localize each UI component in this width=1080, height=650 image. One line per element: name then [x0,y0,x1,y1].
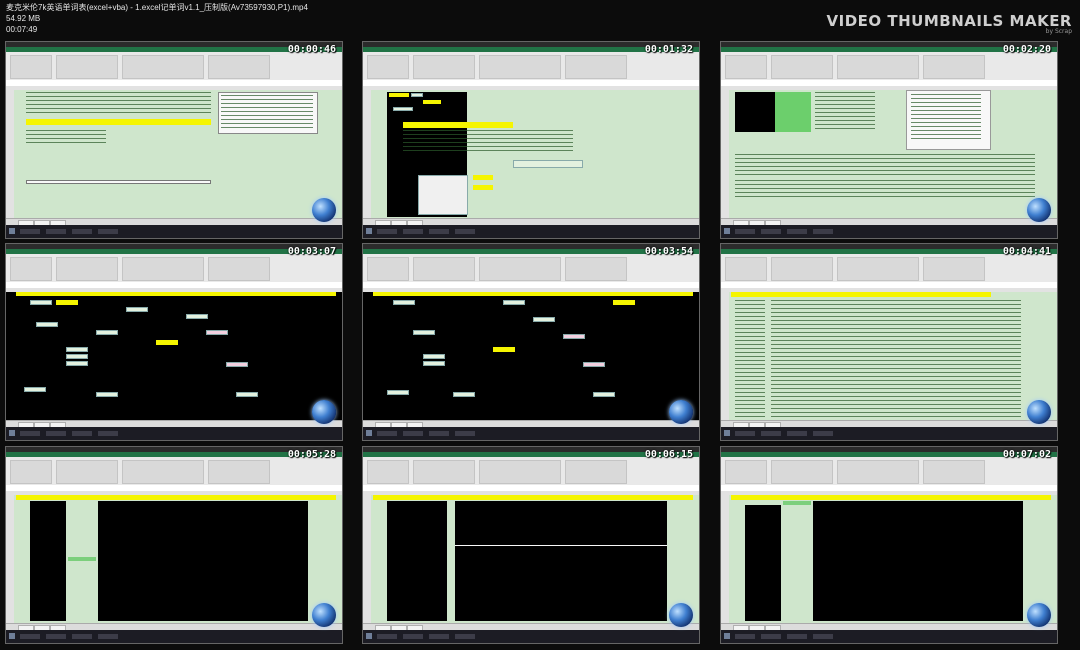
globe-icon [669,400,693,424]
thumbnail-7[interactable]: 00:05:28 [5,446,343,644]
globe-icon [312,198,336,222]
globe-icon [1027,198,1051,222]
brand-watermark: VIDEO THUMBNAILS MAKER by Scrap [827,12,1072,35]
taskbar [363,225,699,238]
taskbar [721,225,1057,238]
timestamp: 00:04:41 [1002,246,1051,257]
spreadsheet [6,90,342,219]
sheet-tabs[interactable] [6,623,342,631]
spreadsheet [721,495,1057,624]
sheet-tabs[interactable] [363,218,699,226]
sheet-tabs[interactable] [363,623,699,631]
thumbnail-1[interactable]: 00:00:46 [5,41,343,239]
taskbar [6,427,342,440]
globe-icon [312,400,336,424]
timestamp: 00:06:15 [644,449,693,460]
timestamp: 00:03:54 [644,246,693,257]
thumbnail-8[interactable]: 00:06:15 [362,446,700,644]
spreadsheet [363,292,699,421]
file-info: 麦克米伦7k英语单词表(excel+vba) - 1.excel记单词v1.1_… [6,2,308,35]
spreadsheet [363,495,699,624]
timestamp: 00:05:28 [287,449,336,460]
spreadsheet [721,292,1057,421]
timestamp: 00:02:20 [1002,44,1051,55]
timestamp: 00:07:02 [1002,449,1051,460]
timestamp: 00:01:32 [644,44,693,55]
thumbnail-6[interactable]: 00:04:41 [720,243,1058,441]
thumbnail-9[interactable]: 00:07:02 [720,446,1058,644]
thumbnail-2[interactable]: 00:01:32 [362,41,700,239]
sheet-tabs[interactable] [721,420,1057,428]
taskbar [363,630,699,643]
sheet-tabs[interactable] [721,623,1057,631]
taskbar [721,427,1057,440]
brand-name: VIDEO THUMBNAILS MAKER [826,12,1072,30]
sheet-tabs[interactable] [6,218,342,226]
globe-icon [669,603,693,627]
taskbar [363,427,699,440]
taskbar [6,225,342,238]
file-title: 麦克米伦7k英语单词表(excel+vba) - 1.excel记单词v1.1_… [6,3,308,12]
spreadsheet [6,292,342,421]
thumbnail-4[interactable]: 00:03:07 [5,243,343,441]
thumbnail-3[interactable]: 00:02:20 [720,41,1058,239]
spreadsheet [363,90,699,219]
taskbar [721,630,1057,643]
timestamp: 00:03:07 [287,246,336,257]
globe-icon [1027,400,1051,424]
file-size: 54.92 MB [6,14,41,23]
sheet-tabs[interactable] [6,420,342,428]
sheet-tabs[interactable] [721,218,1057,226]
timestamp: 00:00:46 [287,44,336,55]
spreadsheet [6,495,342,624]
thumbnail-5[interactable]: 00:03:54 [362,243,700,441]
sheet-tabs[interactable] [363,420,699,428]
globe-icon [1027,603,1051,627]
spreadsheet [721,90,1057,219]
globe-icon [312,603,336,627]
taskbar [6,630,342,643]
file-duration: 00:07:49 [6,25,38,34]
